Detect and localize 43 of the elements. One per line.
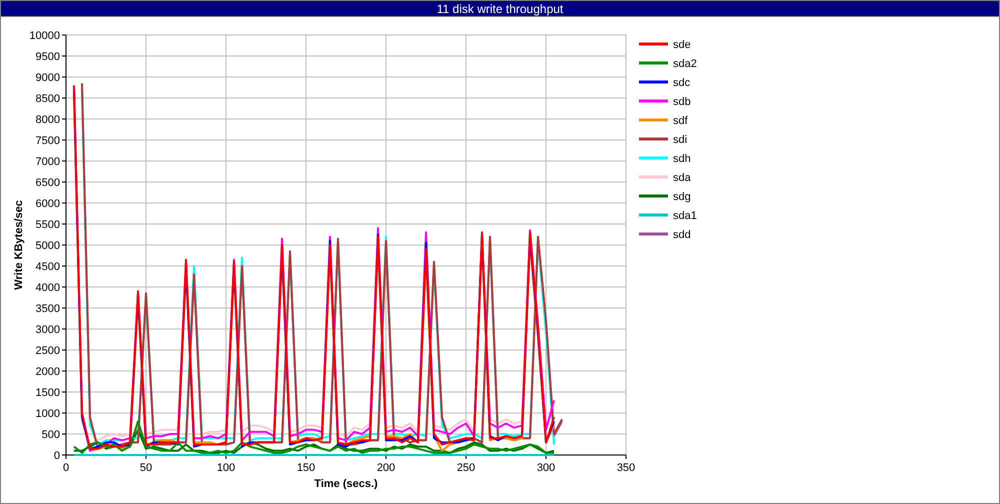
x-tick-label: 50 <box>140 462 152 474</box>
y-tick-label: 0 <box>54 450 60 462</box>
y-tick-label: 500 <box>42 429 60 441</box>
y-tick-label: 3000 <box>36 324 60 336</box>
y-tick-label: 5000 <box>36 240 60 252</box>
x-tick-label: 150 <box>296 462 316 474</box>
y-tick-label: 7000 <box>36 156 60 168</box>
x-axis-title: Time (secs.) <box>314 478 378 490</box>
legend-label: sdg <box>673 191 691 203</box>
legend-label: sda <box>673 172 691 184</box>
y-tick-label: 4500 <box>36 261 60 273</box>
legend-label: sde <box>673 39 691 51</box>
legend-label: sdd <box>673 229 691 241</box>
x-tick-label: 0 <box>62 462 70 474</box>
y-tick-label: 6000 <box>36 198 60 210</box>
y-tick-label: 2500 <box>36 345 60 357</box>
legend-label: sdb <box>673 96 691 108</box>
window-title: 11 disk write throughput <box>0 0 1000 17</box>
y-tick-label: 5500 <box>36 219 60 231</box>
y-tick-label: 2000 <box>36 366 60 378</box>
y-tick-label: 9500 <box>36 51 60 63</box>
legend-label: sdi <box>673 134 688 146</box>
legend-label: sdc <box>673 77 690 89</box>
y-tick-label: 1000 <box>36 408 60 420</box>
x-tick-label: 250 <box>456 462 476 474</box>
y-tick-label: 1500 <box>36 387 60 399</box>
legend-label: sdf <box>673 115 688 127</box>
y-tick-label: 4000 <box>36 282 60 294</box>
y-tick-label: 6500 <box>36 177 60 189</box>
y-tick-label: 7500 <box>36 135 60 147</box>
y-tick-label: 8000 <box>36 114 60 126</box>
legend-label: sda1 <box>673 210 697 222</box>
x-tick-label: 300 <box>536 462 556 474</box>
y-tick-label: 10000 <box>29 30 60 42</box>
x-tick-label: 100 <box>216 462 236 474</box>
y-tick-label: 9000 <box>36 72 60 84</box>
y-tick-label: 8500 <box>36 93 60 105</box>
y-axis-title: Write KBytes/sec <box>13 200 25 290</box>
y-tick-label: 3500 <box>36 303 60 315</box>
x-tick-label: 350 <box>616 462 636 474</box>
x-tick-label: 200 <box>376 462 396 474</box>
legend-label: sdh <box>673 153 691 165</box>
legend-label: sda2 <box>673 58 697 70</box>
